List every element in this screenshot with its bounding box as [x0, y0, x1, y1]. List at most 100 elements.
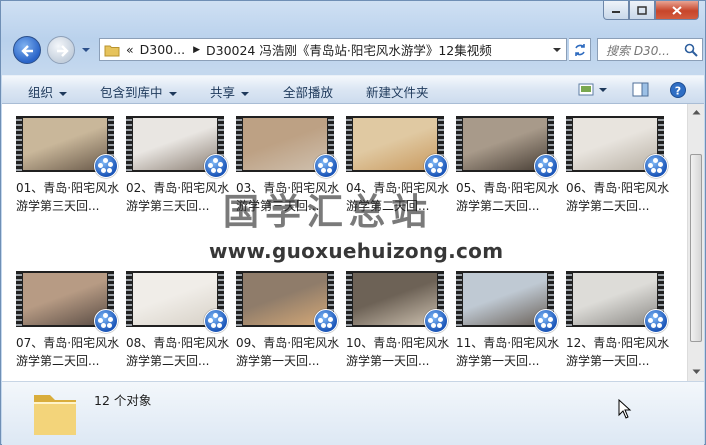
arrow-left-icon	[21, 45, 33, 57]
arrow-right-icon	[57, 45, 69, 57]
minimize-icon	[612, 11, 620, 13]
view-icon	[578, 83, 607, 96]
search-input[interactable]	[604, 40, 688, 61]
media-player-icon	[94, 309, 118, 333]
back-button[interactable]	[13, 36, 41, 64]
file-name[interactable]: 05、青岛·阳宅风水游学第二天回...	[456, 179, 560, 215]
details-pane: 12 个对象	[2, 381, 704, 445]
file-name[interactable]: 09、青岛·阳宅风水游学第一天回...	[236, 334, 340, 370]
media-player-icon	[204, 154, 228, 178]
scroll-up-icon[interactable]	[692, 109, 701, 115]
film-strip-left	[126, 271, 132, 327]
video-thumbnail	[236, 271, 338, 333]
share-menu[interactable]: 共享	[210, 82, 250, 101]
organize-menu[interactable]: 组织	[28, 82, 68, 101]
film-strip-left	[346, 271, 352, 327]
file-name[interactable]: 06、青岛·阳宅风水游学第二天回...	[566, 179, 670, 215]
preview-pane-icon	[632, 82, 649, 97]
file-item[interactable]: 08、青岛·阳宅风水游学第二天回...	[126, 271, 230, 370]
media-player-icon	[314, 309, 338, 333]
file-name[interactable]: 12、青岛·阳宅风水游学第一天回...	[566, 334, 670, 370]
film-strip-left	[566, 116, 572, 172]
film-strip-left	[346, 116, 352, 172]
preview-pane-button[interactable]	[632, 82, 650, 101]
breadcrumb-parent[interactable]: D300...	[140, 42, 185, 57]
video-thumbnail	[346, 116, 448, 178]
file-name[interactable]: 10、青岛·阳宅风水游学第一天回...	[346, 334, 450, 370]
video-thumbnail	[346, 271, 448, 333]
file-name[interactable]: 01、青岛·阳宅风水游学第三天回...	[16, 179, 120, 215]
film-strip-left	[236, 116, 242, 172]
file-item[interactable]: 09、青岛·阳宅风水游学第一天回...	[236, 271, 340, 370]
file-item[interactable]: 06、青岛·阳宅风水游学第二天回...	[566, 116, 670, 215]
video-thumbnail	[566, 116, 668, 178]
breadcrumb-separator-icon[interactable]: ▶	[193, 45, 200, 55]
video-thumbnail	[126, 116, 228, 178]
video-thumbnail	[16, 271, 118, 333]
share-caret-icon	[241, 91, 250, 96]
minimize-button[interactable]	[603, 1, 629, 20]
address-row: « D300... ▶ D30024 冯浩刚《青岛站·阳宅风水游学》12集视频	[9, 35, 703, 65]
address-dropdown-icon[interactable]	[552, 46, 562, 54]
file-item[interactable]: 01、青岛·阳宅风水游学第三天回...	[16, 116, 120, 215]
maximize-button[interactable]	[629, 1, 655, 20]
help-icon: ?	[670, 82, 686, 98]
include-in-library-menu[interactable]: 包含到库中	[100, 82, 177, 101]
media-player-icon	[94, 154, 118, 178]
video-thumbnail	[126, 271, 228, 333]
folder-large-icon	[34, 395, 76, 435]
file-item[interactable]: 11、青岛·阳宅风水游学第一天回...	[456, 271, 560, 370]
film-strip-left	[126, 116, 132, 172]
film-strip-left	[236, 271, 242, 327]
video-thumbnail	[16, 116, 118, 178]
video-thumbnail	[566, 271, 668, 333]
media-player-icon	[424, 309, 448, 333]
recent-pages-dropdown-icon[interactable]	[81, 46, 91, 54]
breadcrumb-current[interactable]: D30024 冯浩刚《青岛站·阳宅风水游学》12集视频	[206, 40, 492, 59]
search-box[interactable]	[597, 38, 703, 61]
video-thumbnail	[236, 116, 338, 178]
media-player-icon	[644, 309, 668, 333]
film-strip-left	[456, 116, 462, 172]
file-item[interactable]: 07、青岛·阳宅风水游学第二天回...	[16, 271, 120, 370]
help-button[interactable]: ?	[669, 82, 687, 103]
media-player-icon	[314, 154, 338, 178]
file-item[interactable]: 05、青岛·阳宅风水游学第二天回...	[456, 116, 560, 215]
watermark-title: 国学汇总站	[223, 192, 434, 233]
video-thumbnail	[456, 116, 558, 178]
media-player-icon	[424, 154, 448, 178]
scroll-down-icon[interactable]	[692, 369, 701, 375]
file-item[interactable]: 12、青岛·阳宅风水游学第一天回...	[566, 271, 670, 370]
refresh-icon	[574, 43, 585, 56]
scrollbar-thumb[interactable]	[690, 154, 702, 342]
item-count: 12 个对象	[94, 393, 152, 408]
file-name[interactable]: 07、青岛·阳宅风水游学第二天回...	[16, 334, 120, 370]
media-player-icon	[644, 154, 668, 178]
film-strip-left	[566, 271, 572, 327]
new-folder-button[interactable]: 新建文件夹	[366, 82, 429, 101]
file-item[interactable]: 10、青岛·阳宅风水游学第一天回...	[346, 271, 450, 370]
search-icon[interactable]	[684, 43, 698, 57]
file-item[interactable]: 02、青岛·阳宅风水游学第三天回...	[126, 116, 230, 215]
file-name[interactable]: 02、青岛·阳宅风水游学第三天回...	[126, 179, 230, 215]
watermark-url: www.guoxuehuizong.com	[209, 239, 504, 263]
breadcrumb-overflow[interactable]: «	[126, 42, 134, 57]
film-strip-left	[456, 271, 462, 327]
refresh-button[interactable]	[569, 38, 591, 61]
vertical-scrollbar[interactable]	[687, 104, 704, 381]
video-thumbnail	[456, 271, 558, 333]
organize-caret-icon	[59, 91, 68, 96]
file-name[interactable]: 11、青岛·阳宅风水游学第一天回...	[456, 334, 560, 370]
play-all-button[interactable]: 全部播放	[283, 82, 333, 101]
maximize-icon	[637, 5, 647, 15]
folder-icon	[104, 45, 120, 56]
address-bar[interactable]: « D300... ▶ D30024 冯浩刚《青岛站·阳宅风水游学》12集视频	[99, 38, 567, 61]
file-name[interactable]: 08、青岛·阳宅风水游学第二天回...	[126, 334, 230, 370]
close-button[interactable]	[655, 1, 699, 20]
media-player-icon	[534, 309, 558, 333]
forward-button[interactable]	[47, 36, 75, 64]
change-view-button[interactable]	[578, 82, 608, 101]
command-bar: 组织 包含到库中 共享 全部播放 新建文件夹 ?	[2, 75, 704, 104]
media-player-icon	[204, 309, 228, 333]
library-caret-icon	[168, 91, 177, 96]
